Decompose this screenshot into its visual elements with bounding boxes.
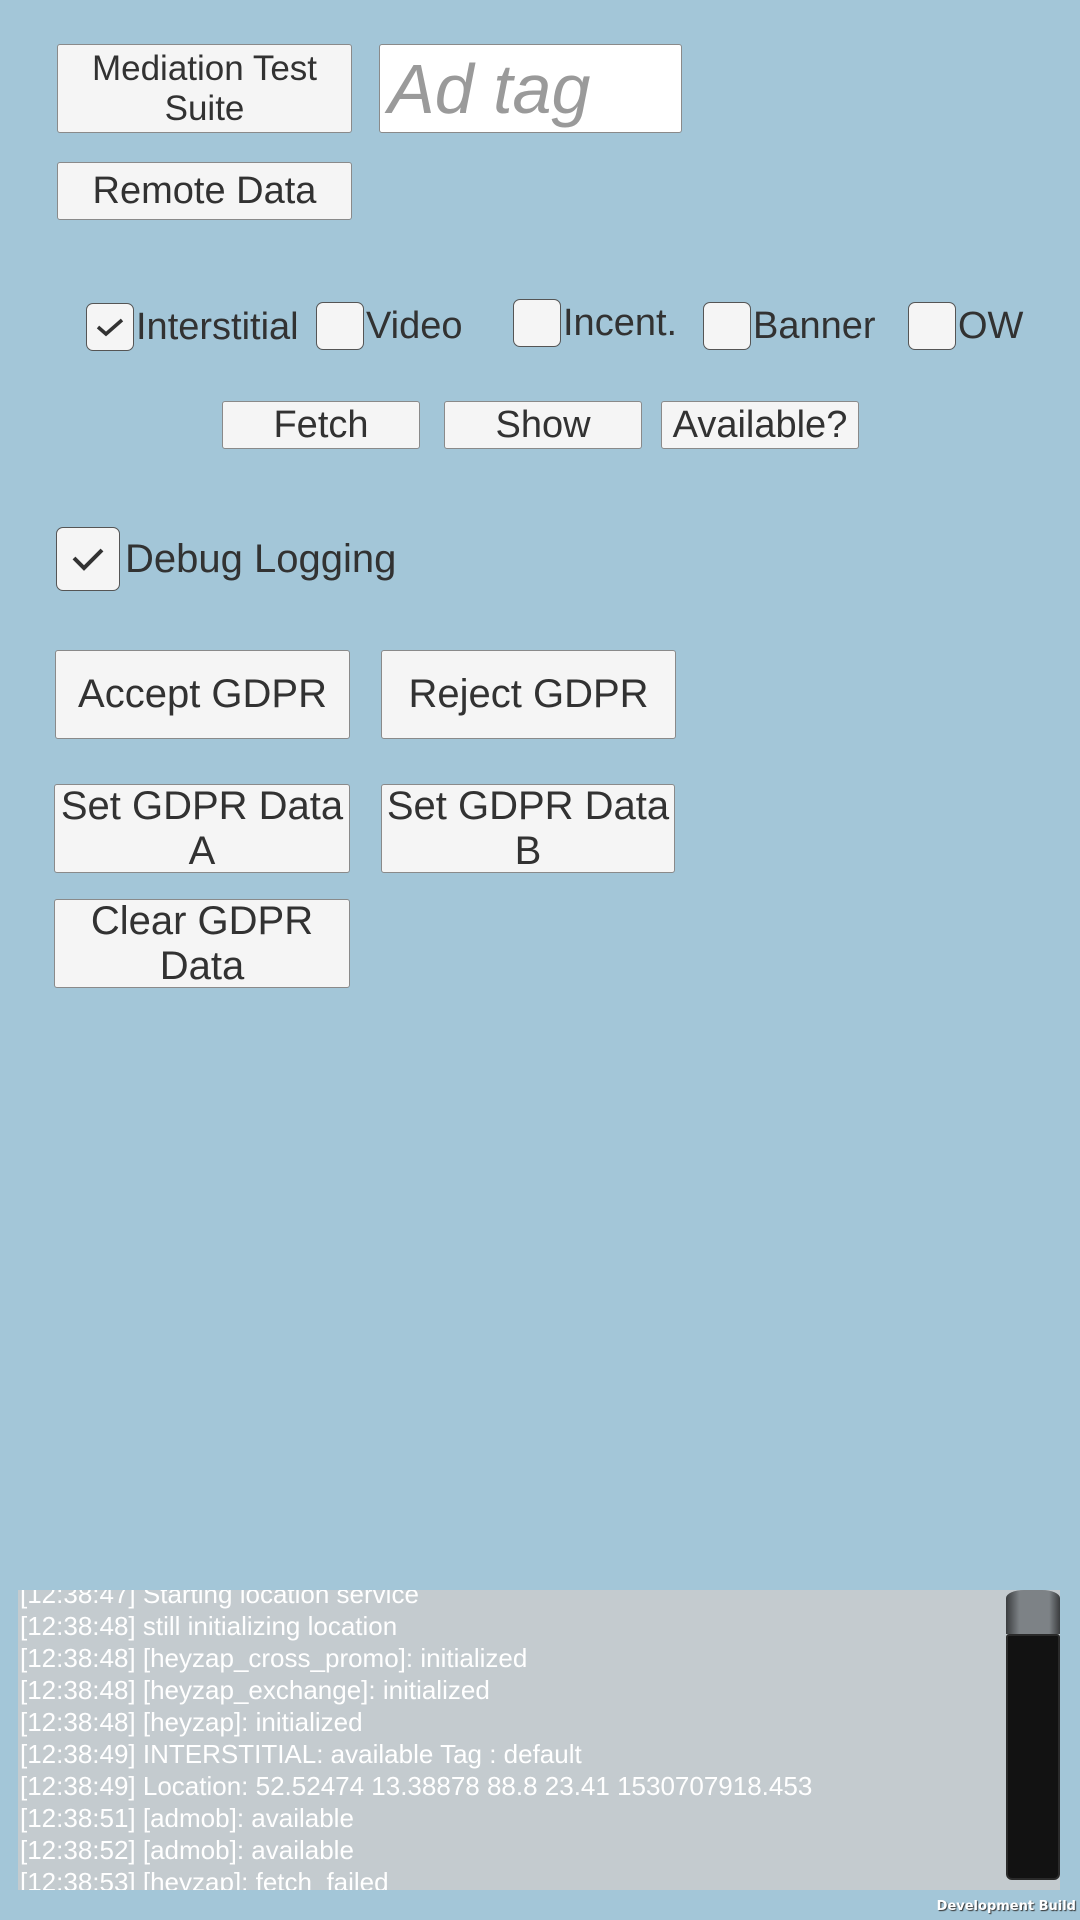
- log-line: [12:38:48] [heyzap_exchange]: initialize…: [20, 1675, 490, 1705]
- log-line: [12:38:51] [admob]: available: [20, 1803, 354, 1833]
- checkbox-label: Debug Logging: [125, 536, 397, 581]
- checkbox-box[interactable]: [703, 302, 751, 350]
- checkbox-debug-logging[interactable]: Debug Logging: [56, 527, 396, 591]
- checkbox-label: Banner: [753, 304, 876, 347]
- show-button[interactable]: Show: [444, 401, 642, 449]
- checkbox-box[interactable]: [513, 299, 561, 347]
- development-build-label: Development Build: [936, 1899, 1076, 1914]
- scrollbar-track[interactable]: [1006, 1634, 1060, 1880]
- checkbox-label: OW: [958, 304, 1024, 347]
- checkbox-incent[interactable]: Incent.: [513, 299, 677, 347]
- log-line: [12:38:48] [heyzap_cross_promo]: initial…: [20, 1643, 528, 1673]
- checkbox-box[interactable]: [56, 527, 120, 591]
- log-line: [12:38:53] [heyzap]: fetch_failed: [20, 1867, 389, 1890]
- checkmark-icon: [96, 318, 124, 337]
- checkbox-box[interactable]: [316, 302, 364, 350]
- mediation-test-suite-button[interactable]: Mediation Test Suite: [57, 44, 352, 133]
- accept-gdpr-button[interactable]: Accept GDPR: [55, 650, 350, 739]
- log-line: [12:38:48] [heyzap]: initialized: [20, 1707, 363, 1737]
- log-panel[interactable]: [12:38:47] Starting location service [12…: [18, 1590, 1060, 1890]
- checkbox-banner[interactable]: Banner: [703, 302, 876, 350]
- available-button[interactable]: Available?: [661, 401, 859, 449]
- checkbox-box[interactable]: [908, 302, 956, 350]
- checkmark-icon: [72, 548, 104, 571]
- checkbox-box[interactable]: [86, 303, 134, 351]
- scrollbar-thumb[interactable]: [1006, 1590, 1060, 1634]
- log-line: [12:38:48] still initializing location: [20, 1611, 398, 1641]
- checkbox-ow[interactable]: OW: [908, 302, 1023, 350]
- log-line: [12:38:49] INTERSTITIAL: available Tag :…: [20, 1739, 582, 1769]
- log-scrollbar[interactable]: [1006, 1590, 1060, 1890]
- fetch-button[interactable]: Fetch: [222, 401, 420, 449]
- ad-tag-input[interactable]: Ad tag: [379, 44, 682, 133]
- checkbox-label: Video: [366, 304, 463, 347]
- checkbox-label: Incent.: [563, 301, 678, 344]
- reject-gdpr-button[interactable]: Reject GDPR: [381, 650, 676, 739]
- set-gdpr-data-a-button[interactable]: Set GDPR Data A: [54, 784, 350, 873]
- checkbox-video[interactable]: Video: [316, 302, 463, 350]
- log-lines: [12:38:47] Starting location service [12…: [20, 1590, 812, 1890]
- log-line: [12:38:49] Location: 52.52474 13.38878 8…: [20, 1771, 813, 1801]
- checkbox-interstitial[interactable]: Interstitial: [86, 303, 299, 351]
- set-gdpr-data-b-button[interactable]: Set GDPR Data B: [381, 784, 675, 873]
- remote-data-button[interactable]: Remote Data: [57, 162, 352, 220]
- checkbox-label: Interstitial: [136, 305, 299, 348]
- clear-gdpr-data-button[interactable]: Clear GDPR Data: [54, 899, 350, 988]
- log-line: [12:38:52] [admob]: available: [20, 1835, 354, 1865]
- log-line: [12:38:47] Starting location service: [20, 1590, 419, 1609]
